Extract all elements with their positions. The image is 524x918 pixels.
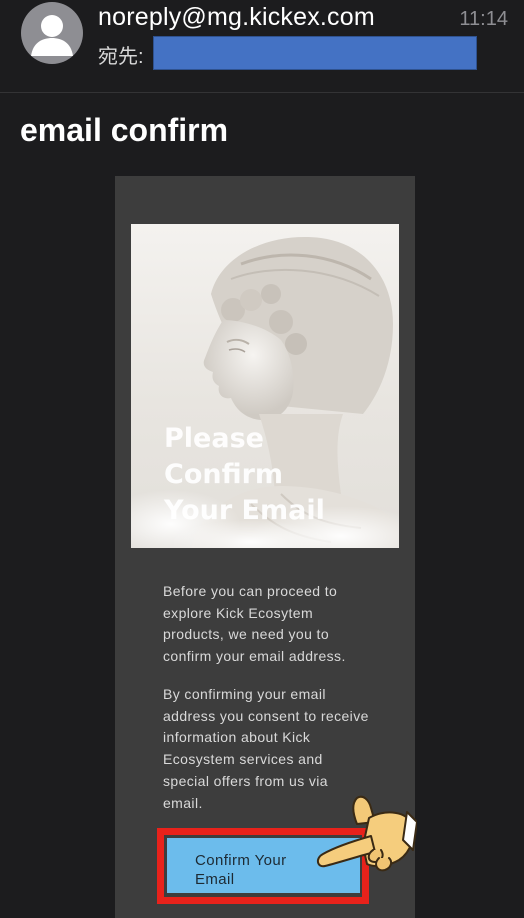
recipient-redacted — [153, 36, 477, 70]
header-divider — [0, 92, 524, 93]
sender-avatar[interactable] — [21, 2, 83, 64]
intro-paragraph: Before you can proceed to explore Kick E… — [163, 583, 346, 665]
hero-title: Please Confirm Your Email — [164, 421, 394, 529]
person-icon — [31, 15, 73, 56]
pointing-hand-icon — [317, 795, 417, 872]
hero-title-line: Please — [164, 423, 264, 454]
sender-address[interactable]: noreply@mg.kickex.com — [98, 3, 375, 32]
message-header: noreply@mg.kickex.com 11:14 宛先: — [0, 0, 524, 92]
email-subject: email confirm — [20, 112, 229, 148]
received-time: 11:14 — [459, 8, 508, 30]
hero-title-line: Confirm — [164, 459, 284, 490]
hero-title-line: Your Email — [164, 495, 325, 526]
to-label: 宛先: — [98, 46, 144, 68]
hero-image: Please Confirm Your Email — [131, 224, 399, 548]
